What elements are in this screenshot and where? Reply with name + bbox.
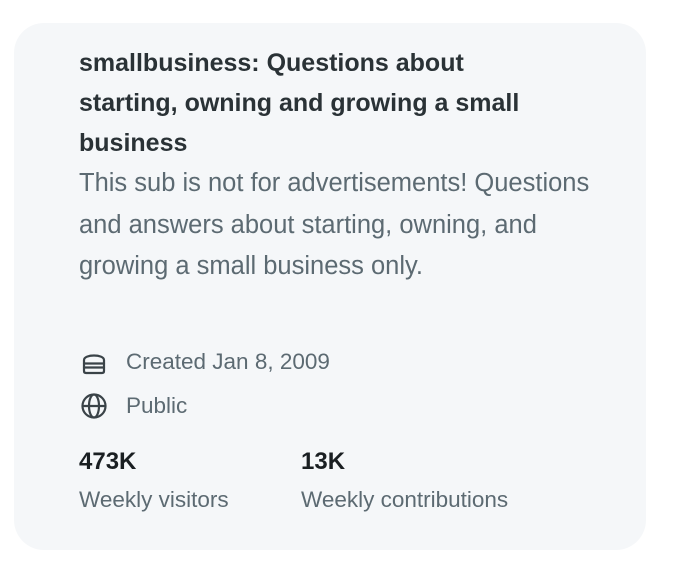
created-date-text: Created Jan 8, 2009 [126, 349, 330, 374]
cake-icon [79, 347, 109, 377]
visibility-text: Public [126, 393, 188, 418]
community-title: smallbusiness: Questions about starting,… [79, 49, 520, 157]
weekly-contributions-stat: 13K Weekly contributions [301, 447, 508, 515]
created-date-row: Created Jan 8, 2009 [79, 347, 330, 377]
weekly-contributions-value: 13K [301, 448, 346, 475]
weekly-visitors-value: 473K [79, 448, 137, 475]
community-info-card: smallbusiness: Questions about starting,… [14, 23, 646, 550]
globe-icon [79, 391, 109, 421]
visibility-row: Public [79, 391, 187, 421]
weekly-visitors-stat: 473K Weekly visitors [79, 447, 229, 515]
weekly-visitors-label: Weekly visitors [79, 487, 229, 512]
weekly-contributions-label: Weekly contributions [301, 487, 509, 512]
community-description: This sub is not for advertisements! Ques… [79, 169, 590, 280]
